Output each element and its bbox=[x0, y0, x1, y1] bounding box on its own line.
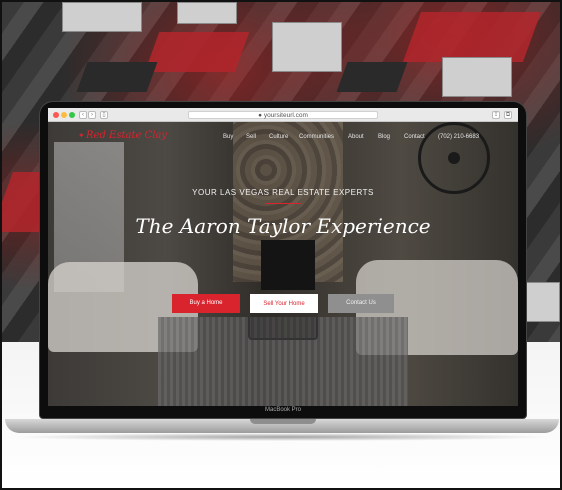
buy-a-home-button[interactable]: Buy a Home bbox=[172, 294, 240, 313]
house bbox=[177, 2, 237, 24]
forward-arrow-icon[interactable]: › bbox=[88, 111, 96, 119]
hero-section: ✦ Red Estate Clay Buy Sell Culture Commu… bbox=[48, 122, 518, 406]
phone-number[interactable]: (702) 210-6683 bbox=[438, 134, 479, 140]
dark-roof-house bbox=[76, 62, 158, 92]
red-roof-house bbox=[402, 12, 542, 62]
site-logo[interactable]: Red Estate Clay bbox=[86, 130, 167, 141]
coffee-table bbox=[248, 310, 318, 340]
clock-center bbox=[448, 152, 460, 164]
nav-item-culture[interactable]: Culture bbox=[269, 134, 288, 140]
nav-item-blog[interactable]: Blog bbox=[378, 134, 390, 140]
fireplace bbox=[261, 240, 315, 290]
nav-item-buy[interactable]: Buy bbox=[223, 134, 233, 140]
hero-title: The Aaron Taylor Experience bbox=[135, 214, 431, 238]
mockup-frame: MacBook Pro ‹ › ▯ ● yoursiteurl.com ⇪ ⧉ bbox=[0, 0, 562, 490]
dark-roof-house bbox=[336, 62, 408, 92]
minimize-window-button[interactable] bbox=[61, 112, 67, 118]
hero-tagline: YOUR LAS VEGAS REAL ESTATE EXPERTS bbox=[192, 188, 374, 197]
laptop-model-label: MacBook Pro bbox=[264, 407, 301, 413]
house bbox=[272, 22, 342, 72]
back-arrow-icon[interactable]: ‹ bbox=[79, 111, 87, 119]
maximize-window-button[interactable] bbox=[69, 112, 75, 118]
red-roof-house bbox=[144, 32, 250, 72]
lock-icon: ● bbox=[258, 112, 263, 119]
browser-toolbar: ‹ › ▯ ● yoursiteurl.com ⇪ ⧉ bbox=[48, 108, 518, 122]
close-window-button[interactable] bbox=[53, 112, 59, 118]
share-icon[interactable]: ⇪ bbox=[492, 111, 500, 119]
laptop-notch bbox=[250, 419, 316, 424]
laptop-shadow bbox=[12, 433, 552, 441]
nav-item-communities[interactable]: Communities bbox=[299, 134, 334, 140]
address-bar[interactable]: ● yoursiteurl.com bbox=[188, 111, 378, 119]
house bbox=[62, 2, 142, 32]
house bbox=[442, 57, 512, 97]
url-text: yoursiteurl.com bbox=[263, 112, 308, 119]
nav-item-sell[interactable]: Sell bbox=[246, 134, 256, 140]
sidebar-icon[interactable]: ▯ bbox=[100, 111, 108, 119]
tabs-icon[interactable]: ⧉ bbox=[504, 111, 512, 119]
sell-your-home-button[interactable]: Sell Your Home bbox=[250, 294, 318, 313]
nav-item-about[interactable]: About bbox=[348, 134, 364, 140]
laptop-screen: ‹ › ▯ ● yoursiteurl.com ⇪ ⧉ ✦ Red Estate… bbox=[48, 108, 518, 406]
tagline-divider bbox=[265, 203, 301, 204]
nav-item-contact[interactable]: Contact bbox=[404, 134, 425, 140]
logo-icon: ✦ bbox=[78, 131, 85, 140]
contact-us-button[interactable]: Contact Us bbox=[328, 294, 394, 313]
